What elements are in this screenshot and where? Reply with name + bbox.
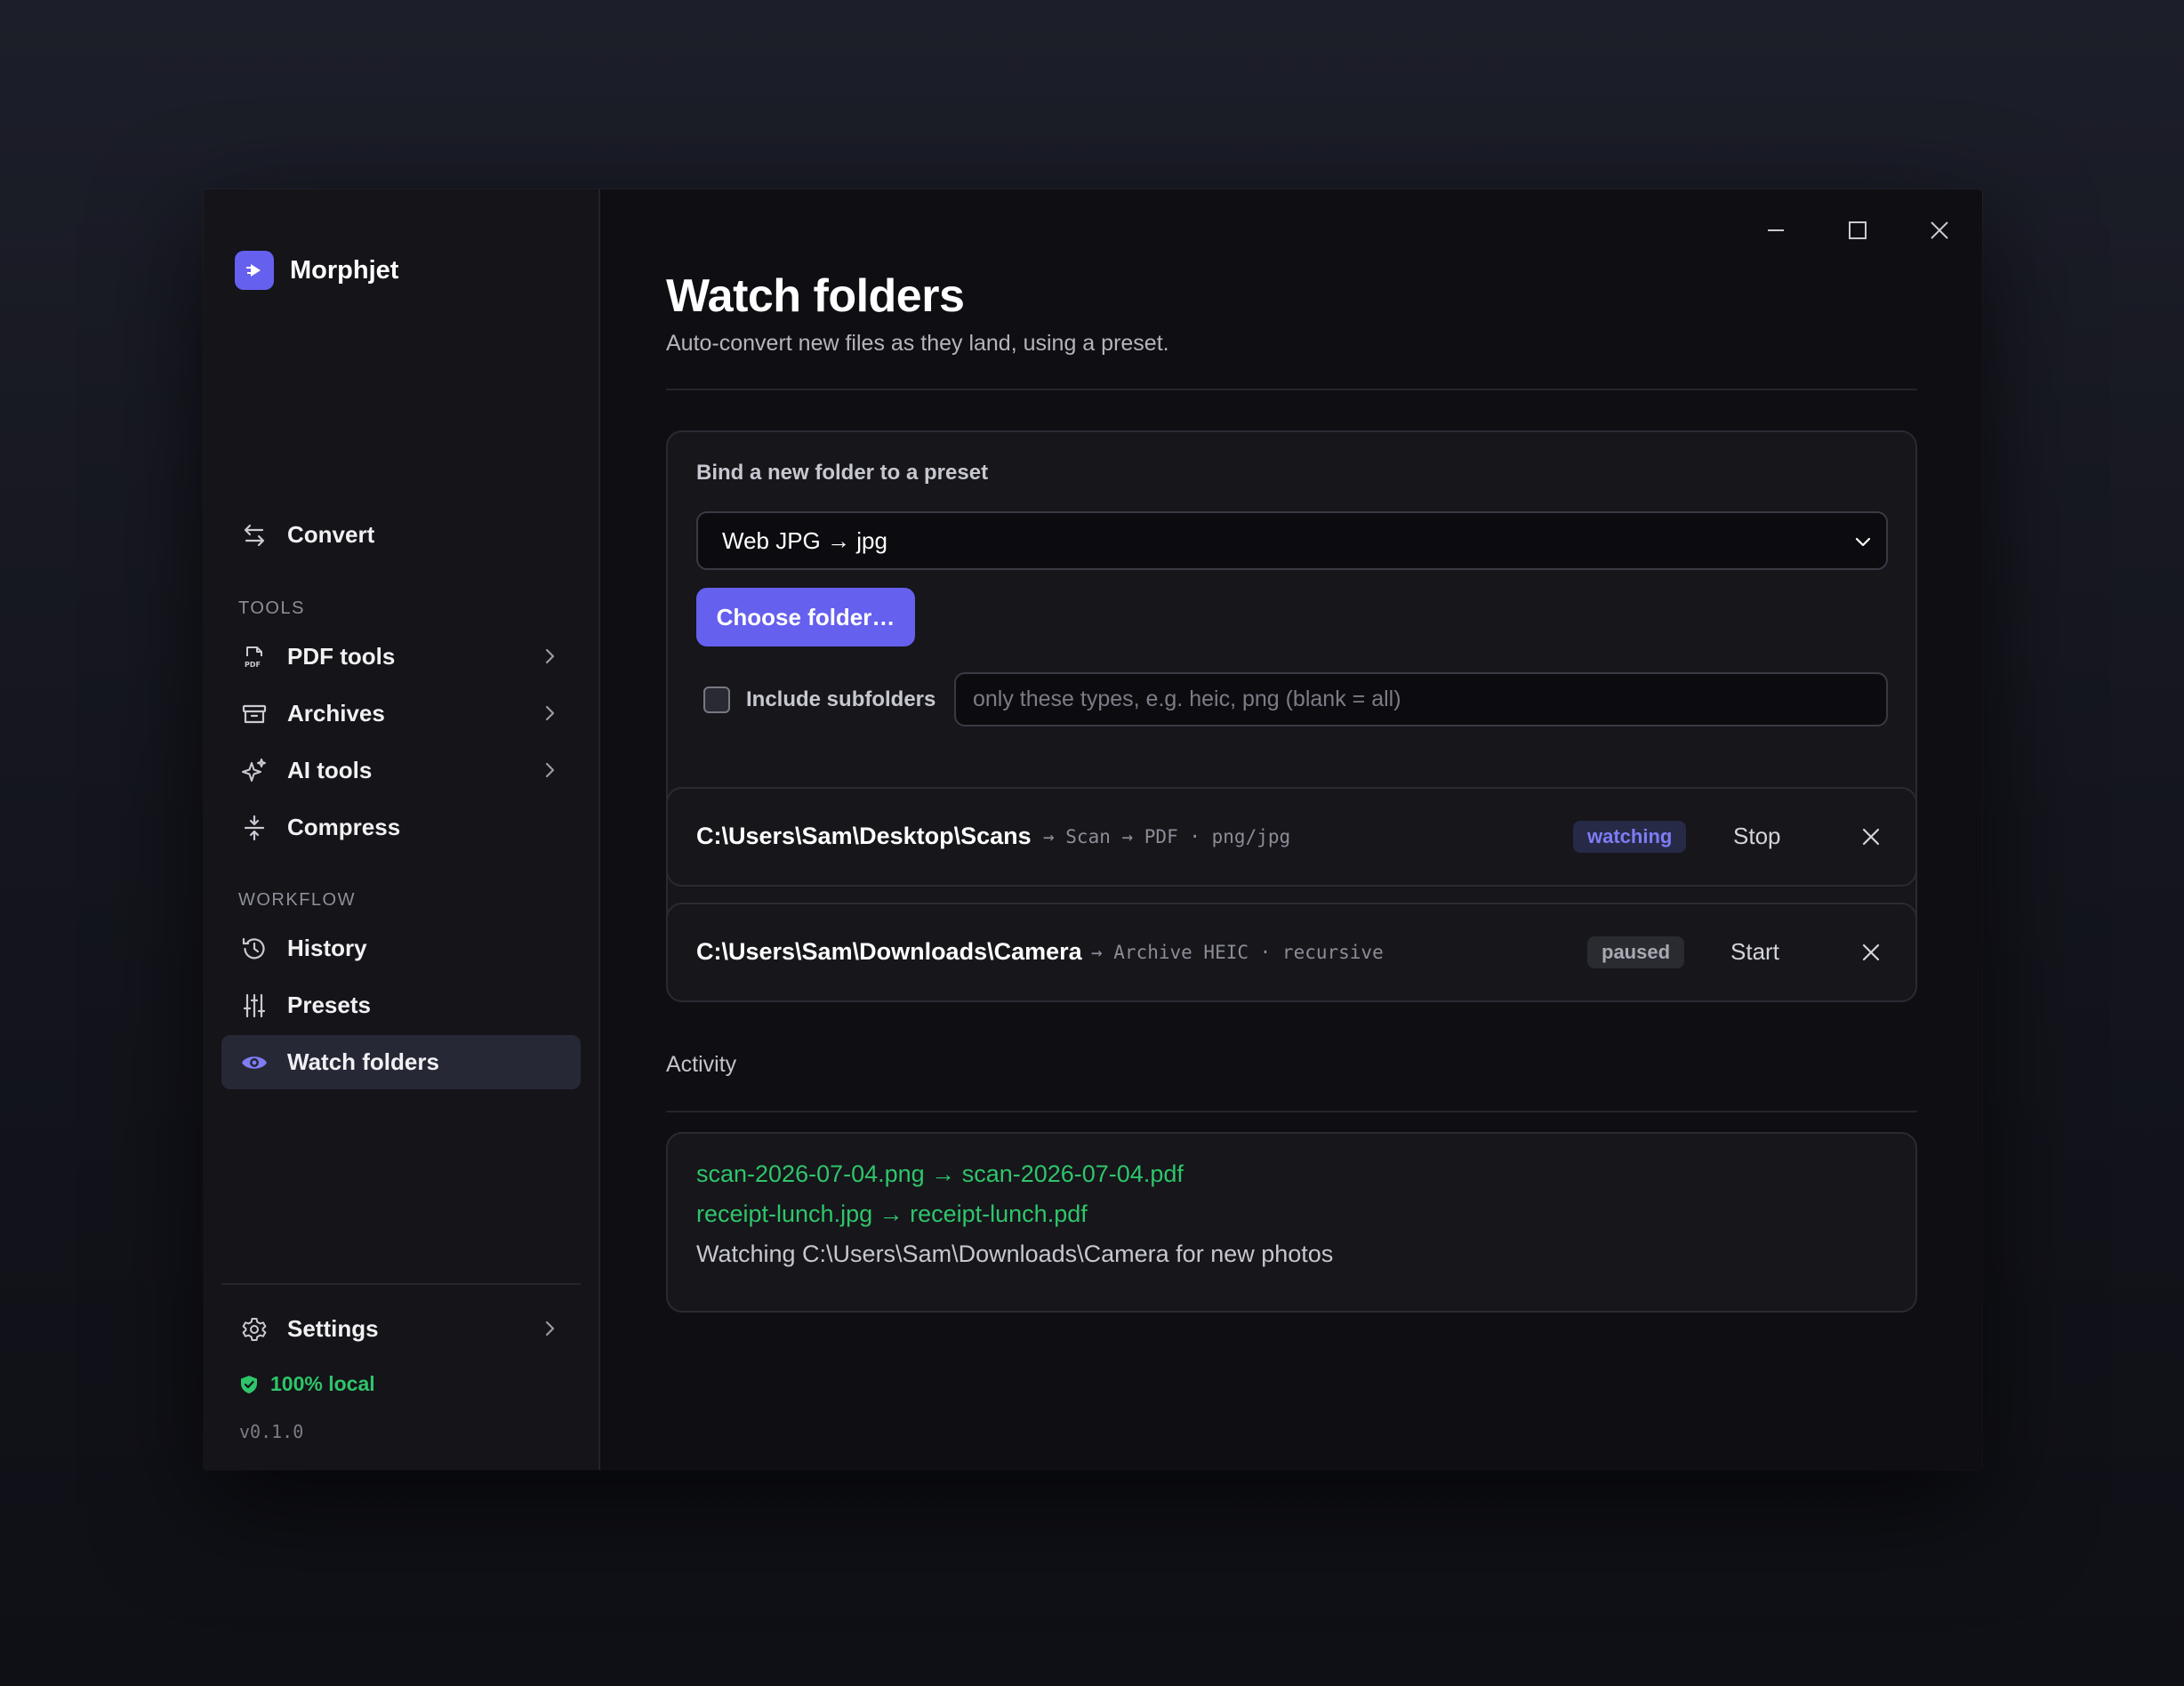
app-window: Morphjet Convert TOOLS PDF PDF tools Arc…	[204, 189, 1982, 1470]
file-types-placeholder: only these types, e.g. heic, png (blank …	[973, 686, 1401, 711]
sidebar-item-archives[interactable]: Archives	[221, 686, 581, 741]
section-label-tools: TOOLS	[238, 598, 305, 618]
close-window-button[interactable]	[1915, 205, 1964, 255]
header-divider	[666, 389, 1917, 390]
svg-text:PDF: PDF	[245, 661, 261, 669]
arrows-swap-icon	[240, 521, 269, 550]
pdf-file-icon: PDF	[240, 643, 269, 671]
sidebar-item-label: Presets	[287, 992, 371, 1018]
local-status-badge: 100% local	[238, 1372, 375, 1396]
minimize-icon	[1768, 229, 1784, 231]
chevron-right-icon	[545, 648, 555, 664]
sidebar-item-label: AI tools	[287, 757, 373, 783]
activity-line: scan-2026-07-04.png → scan-2026-07-04.pd…	[696, 1160, 1184, 1187]
sidebar-item-label: Settings	[287, 1315, 379, 1342]
activity-label: Activity	[666, 1052, 737, 1077]
history-icon	[240, 935, 269, 963]
include-subfolders-label: Include subfolders	[746, 687, 936, 711]
page-subtitle: Auto-convert new files as they land, usi…	[666, 331, 1169, 356]
watch-folder-meta: → Archive HEIC · recursive	[1091, 942, 1384, 963]
gear-icon	[240, 1315, 269, 1344]
section-label-workflow: WORKFLOW	[238, 890, 356, 910]
start-button[interactable]: Start	[1730, 938, 1779, 966]
chevron-down-icon	[1855, 537, 1871, 547]
watch-folder-meta: → Scan → PDF · png/jpg	[1043, 826, 1291, 847]
sidebar-item-compress[interactable]: Compress	[221, 800, 581, 855]
local-status-label: 100% local	[270, 1372, 375, 1395]
activity-log: scan-2026-07-04.png → scan-2026-07-04.pd…	[666, 1132, 1917, 1313]
close-icon	[1931, 221, 1948, 239]
shield-check-icon	[241, 1375, 257, 1393]
sidebar-item-label: PDF tools	[287, 643, 396, 670]
sidebar-item-history[interactable]: History	[221, 921, 581, 975]
sidebar-item-settings[interactable]: Settings	[221, 1302, 581, 1356]
sparkles-icon	[240, 757, 269, 785]
maximize-icon	[1849, 221, 1867, 239]
sidebar-item-ai-tools[interactable]: AI tools	[221, 743, 581, 798]
chevron-right-icon	[545, 762, 555, 778]
preset-select[interactable]: Web JPG → jpg	[696, 511, 1888, 570]
sidebar-item-label: Watch folders	[287, 1048, 439, 1075]
status-badge: paused	[1587, 936, 1685, 968]
bind-card-title: Bind a new folder to a preset	[696, 461, 989, 485]
watch-folder-path: C:\Users\Sam\Desktop\Scans	[696, 823, 1032, 849]
maximize-button[interactable]	[1833, 205, 1883, 255]
remove-watch-button[interactable]	[1856, 822, 1886, 852]
watch-folder-row: C:\Users\Sam\Downloads\Camera → Archive …	[666, 903, 1917, 1002]
sidebar-item-label: Compress	[287, 814, 401, 840]
sliders-icon	[240, 992, 269, 1020]
remove-watch-button[interactable]	[1856, 937, 1886, 967]
sidebar-divider	[221, 1283, 581, 1285]
close-icon	[1862, 943, 1880, 961]
activity-line: Watching C:\Users\Sam\Downloads\Camera f…	[696, 1240, 1334, 1267]
eye-icon	[240, 1048, 269, 1077]
sidebar-item-presets[interactable]: Presets	[221, 978, 581, 1032]
sidebar: Morphjet Convert TOOLS PDF PDF tools Arc…	[204, 189, 600, 1470]
chevron-right-icon	[545, 1321, 555, 1337]
sidebar-item-convert[interactable]: Convert	[221, 508, 581, 562]
choose-folder-button[interactable]: Choose folder…	[696, 588, 915, 646]
brand: Morphjet	[235, 251, 398, 290]
chevron-right-icon	[545, 705, 555, 721]
status-badge: watching	[1573, 821, 1687, 853]
stop-button[interactable]: Stop	[1733, 823, 1781, 850]
preset-select-value: Web JPG → jpg	[722, 526, 887, 554]
sidebar-item-label: Convert	[287, 521, 375, 548]
watch-folder-path: C:\Users\Sam\Downloads\Camera	[696, 938, 1082, 965]
activity-line: receipt-lunch.jpg → receipt-lunch.pdf	[696, 1200, 1088, 1227]
sidebar-item-pdf-tools[interactable]: PDF PDF tools	[221, 630, 581, 684]
app-name: Morphjet	[290, 255, 399, 285]
close-icon	[1862, 828, 1880, 846]
archive-box-icon	[240, 700, 269, 728]
sidebar-item-label: History	[287, 935, 367, 961]
watch-folder-row: C:\Users\Sam\Desktop\Scans → Scan → PDF …	[666, 787, 1917, 887]
file-types-input[interactable]: only these types, e.g. heic, png (blank …	[954, 672, 1888, 727]
sidebar-item-watch-folders[interactable]: Watch folders	[221, 1035, 581, 1089]
compress-icon	[240, 814, 269, 842]
include-subfolders-checkbox[interactable]	[703, 686, 730, 713]
page-title: Watch folders	[666, 270, 965, 322]
morphjet-logo-icon	[235, 251, 274, 290]
sidebar-item-label: Archives	[287, 700, 385, 727]
minimize-button[interactable]	[1751, 205, 1801, 255]
version-label: v0.1.0	[239, 1421, 304, 1442]
activity-divider	[666, 1111, 1917, 1112]
